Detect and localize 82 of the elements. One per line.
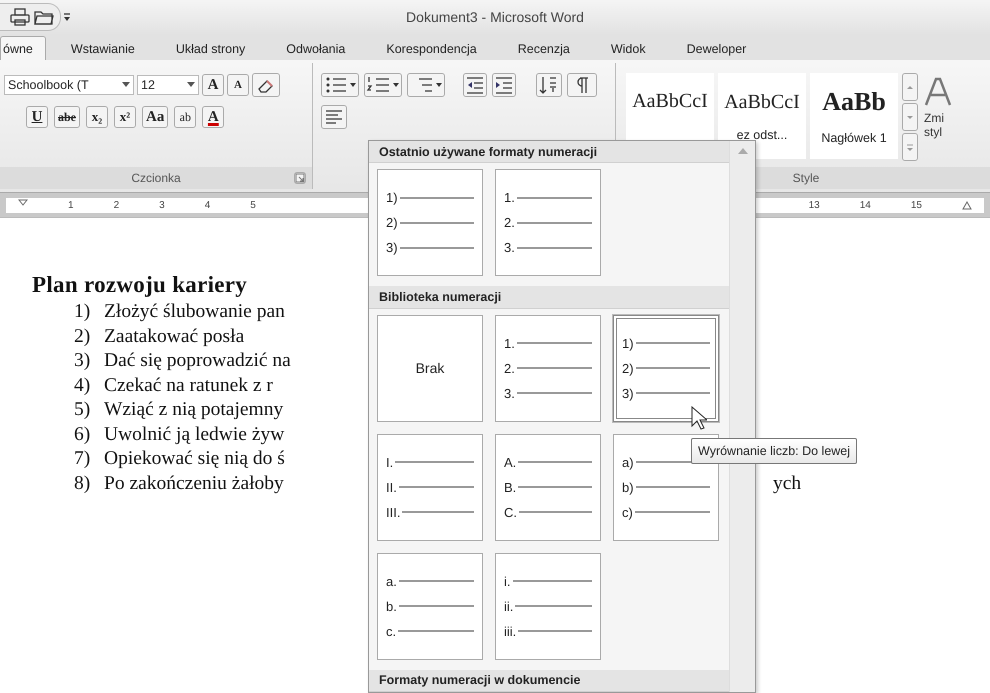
ruler-number: 13 [808, 200, 820, 210]
list-item-text: Uwolnić ją ledwie żyw [104, 424, 284, 446]
list-number: 5) [74, 399, 92, 422]
highlight-button[interactable]: ab [174, 106, 196, 128]
multilevel-list-icon[interactable] [407, 73, 445, 97]
list-item-text: Dać się poprowadzić na [104, 350, 291, 372]
menu-section-heading: Formaty numeracji w dokumencie [379, 673, 580, 688]
numbered-list-icon[interactable] [364, 73, 402, 97]
dropdown-arrow-icon [187, 82, 195, 88]
grow-font-button[interactable]: A [202, 74, 224, 96]
scroll-up-icon [736, 147, 748, 155]
list-item-text: Złożyć ślubowanie pan [104, 301, 285, 324]
more-styles-icon[interactable] [902, 133, 918, 161]
shrink-font-button[interactable]: A [227, 74, 249, 96]
font-size-field[interactable]: 12 [137, 75, 199, 95]
font-color-button[interactable]: A [202, 106, 224, 128]
strikethrough-button[interactable]: abe [54, 106, 80, 128]
group-label: Czcionka [131, 171, 181, 185]
font-name-field[interactable]: Schoolbook (T [4, 75, 134, 95]
no-numbering-option[interactable]: Brak [377, 314, 483, 422]
list-number: 3) [74, 350, 92, 372]
clear-formatting-icon[interactable] [252, 73, 280, 97]
list-item-text: Wziąć z nią potajemny [104, 399, 284, 422]
cursor-icon [691, 406, 707, 430]
ribbon-tab[interactable]: Korespondencja [370, 36, 493, 60]
ribbon-tab[interactable]: Deweloper [670, 36, 762, 60]
list-number: 2) [74, 326, 92, 348]
ruler-number: 4 [204, 200, 210, 210]
indent-marker-icon [962, 200, 972, 210]
numbering-format-option[interactable]: 1) 2) 3) [377, 169, 483, 276]
ribbon-tab[interactable]: ówne [0, 36, 46, 60]
list-number: 1) [74, 301, 92, 324]
ruler-number: 3 [159, 200, 165, 210]
numbering-format-option[interactable]: 1. 2. 3. [495, 314, 601, 422]
decrease-indent-icon[interactable] [463, 73, 487, 97]
ruler-number: 14 [860, 200, 871, 210]
group-label: Style [792, 171, 820, 185]
ribbon-tab[interactable]: Odwołania [270, 36, 362, 60]
list-item-text: Opiekować się nią do ś [104, 448, 285, 470]
numbering-format-option[interactable]: 1) 2) 3) [613, 314, 719, 422]
numbering-format-option[interactable]: i. ii. iii. [495, 552, 601, 660]
style-gallery-item[interactable]: AaBb Nagłówek 1 [810, 73, 898, 159]
ruler-number: 2 [114, 200, 120, 210]
menu-section-heading: Ostatnio używane formaty numeracji [379, 144, 598, 159]
ribbon-tab[interactable]: Wstawianie [54, 36, 151, 60]
ribbon-tab[interactable]: Widok [594, 36, 662, 60]
pilcrow-icon[interactable] [567, 73, 597, 97]
dialog-launcher-icon[interactable] [294, 172, 306, 184]
subscript-button[interactable]: x₂ [86, 106, 108, 128]
list-number: 8) [74, 472, 92, 495]
numbering-format-option[interactable]: a. b. c. [377, 552, 483, 660]
underline-button[interactable]: U [26, 106, 48, 128]
align-left-icon[interactable] [321, 105, 347, 129]
superscript-button[interactable]: x² [114, 106, 136, 128]
tooltip: Wyrównanie liczb: Do lewej [691, 438, 858, 464]
list-item-text: ych [773, 472, 802, 495]
ruler-number: 5 [250, 200, 256, 210]
printer-icon[interactable] [10, 8, 30, 26]
ruler-number: 1 [68, 200, 74, 210]
numbering-format-option[interactable]: I. II. III. [377, 434, 483, 541]
list-number: 7) [74, 448, 92, 470]
numbering-format-option[interactable]: A. B. C. [495, 434, 601, 541]
ribbon-tab[interactable]: Układ strony [160, 36, 262, 60]
document-heading: Plan rozwoju kariery [32, 272, 248, 298]
ribbon-tab[interactable]: Recenzja [502, 36, 586, 60]
sort-icon[interactable] [536, 73, 562, 97]
window-title: Dokument3 - Microsoft Word [406, 9, 584, 25]
list-number: 4) [74, 374, 92, 397]
change-styles-button[interactable]: Zmi styl [924, 111, 944, 139]
list-item-text: Zaatakować posła [104, 326, 244, 348]
list-number: 6) [74, 424, 92, 446]
menu-section-heading: Biblioteka numeracji [379, 290, 502, 304]
increase-indent-icon[interactable] [492, 73, 516, 97]
numbering-format-option[interactable]: 1. 2. 3. [495, 169, 601, 276]
style-gallery-item[interactable]: AaBbCcI ez odst... [718, 73, 806, 159]
customize-dropdown-icon[interactable] [61, 11, 73, 23]
dropdown-arrow-icon [122, 82, 130, 88]
bulleted-list-icon[interactable] [321, 73, 359, 97]
list-item-text: Po zakończeniu żałoby [104, 472, 284, 495]
ruler-number: 15 [910, 200, 922, 210]
change-case-button[interactable]: Aa [142, 106, 168, 128]
list-item-text: Czekać na ratunek z r [104, 374, 273, 397]
